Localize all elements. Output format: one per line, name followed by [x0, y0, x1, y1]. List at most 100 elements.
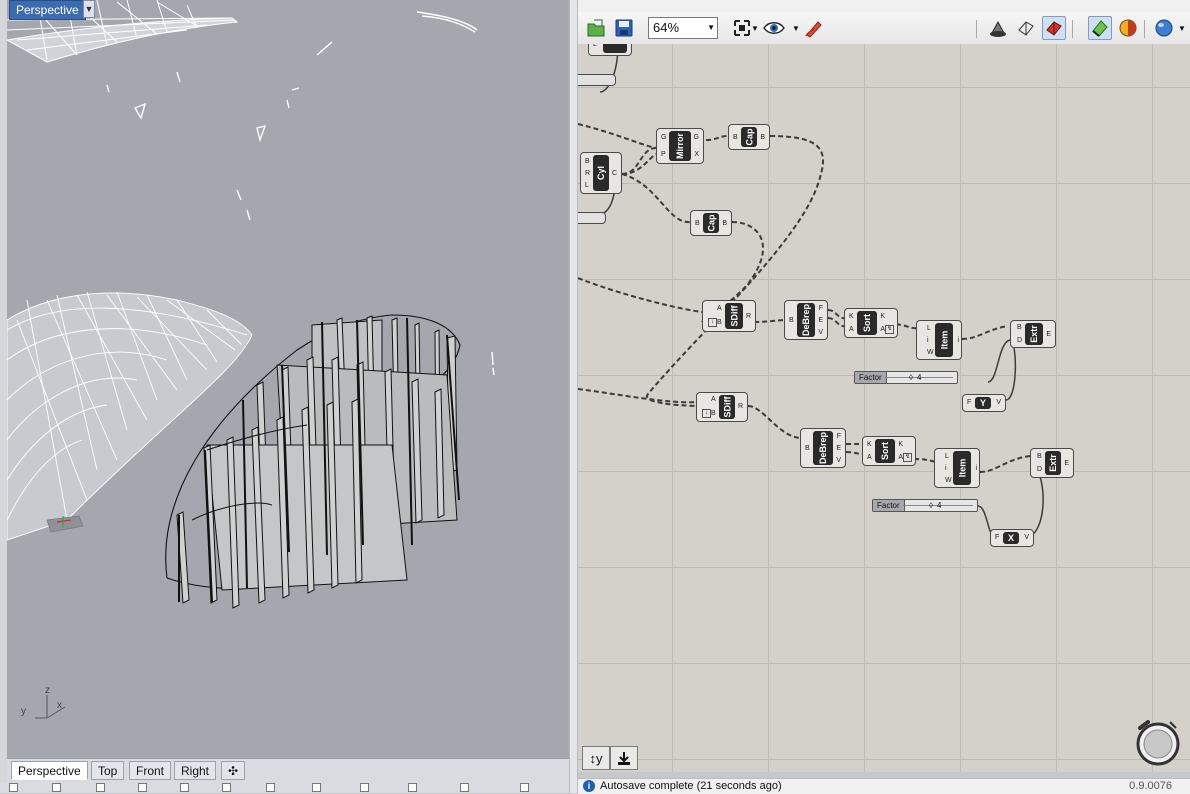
cap-2-label: Cap: [706, 214, 717, 232]
component-sort-1[interactable]: K A Sort K A ↯: [844, 308, 898, 338]
y-label: Y: [979, 398, 986, 408]
slider-2-grip-icon[interactable]: ◊: [929, 501, 933, 510]
add-viewport-tab-icon[interactable]: ✣: [221, 761, 245, 780]
component-cyl[interactable]: B R L Cyl C: [580, 152, 622, 194]
viewport-title-label: Perspective: [16, 3, 79, 17]
component-item-2[interactable]: L i W Item i: [934, 448, 980, 488]
bake-sort-icon[interactable]: ↕ y: [582, 746, 610, 770]
osnap-checkbox[interactable]: [266, 783, 277, 793]
osnap-checkbox[interactable]: [52, 783, 63, 793]
graft-icon: ↓: [702, 409, 711, 418]
axis-z-label: z: [45, 685, 50, 696]
gh-bottom-tools: ↕ y: [578, 745, 644, 772]
component-sdiff-2[interactable]: A ↓ B SDiff R: [696, 392, 748, 422]
sketch-pen-icon[interactable]: [802, 16, 826, 40]
slider-1-value: 4: [917, 373, 922, 382]
pane-splitter[interactable]: [569, 0, 578, 793]
cap-1-label: Cap: [744, 128, 755, 146]
selected-preview-icon[interactable]: [1042, 16, 1066, 40]
viewport-title-tab[interactable]: Perspective: [9, 0, 86, 20]
partial-slider[interactable]: [578, 212, 606, 224]
tab-perspective[interactable]: Perspective: [11, 761, 88, 780]
preview-colour-icon[interactable]: [1116, 16, 1140, 40]
component-extr-1[interactable]: B D Extr E: [1010, 320, 1056, 348]
axis-x-label: x: [57, 700, 62, 711]
component-cap-1[interactable]: B Cap B: [728, 124, 770, 150]
zoom-extents-dropdown-icon[interactable]: ▼: [751, 24, 759, 33]
viewport-menu-dropdown-icon[interactable]: ▼: [83, 0, 95, 18]
slider-1-grip-icon[interactable]: ◊: [909, 373, 913, 382]
info-icon: i: [583, 780, 595, 792]
document-preview-icon[interactable]: [1088, 16, 1112, 40]
osnap-checkbox[interactable]: [96, 783, 107, 793]
extr-1-label: Extr: [1028, 325, 1039, 343]
debrep-1-label: DeBrep: [801, 303, 812, 337]
graft-icon: ↓: [708, 318, 717, 327]
zoom-value: 64%: [653, 20, 680, 35]
slider-2-label: Factor: [873, 500, 905, 511]
osnap-checkbox[interactable]: [312, 783, 323, 793]
preview-dropdown-icon[interactable]: ▼: [792, 24, 800, 33]
component-sdiff-1[interactable]: A ↓ B SDiff R: [702, 300, 756, 332]
sdiff-1-label: SDiff: [729, 305, 739, 327]
osnap-checkbox[interactable]: [460, 783, 471, 793]
component-item-1[interactable]: L i W Item i: [916, 320, 962, 360]
osnap-checkbox[interactable]: [520, 783, 531, 793]
rhino-viewport[interactable]: x z y: [7, 0, 569, 758]
cyl-label: Cyl: [595, 165, 606, 181]
item-1-label: Item: [939, 330, 950, 350]
osnap-checkbox[interactable]: [138, 783, 149, 793]
extr-2-label: Extr: [1048, 454, 1059, 472]
component-cap-2[interactable]: B Cap B: [690, 210, 732, 236]
component-debrep-2[interactable]: B DeBrep F E V: [800, 428, 846, 468]
viewport-tabs: Perspective Top Front Right ✣: [7, 758, 569, 783]
canvas-navigation-dial-icon[interactable]: [1134, 716, 1182, 766]
slider-2-value: 4: [937, 501, 942, 510]
slider-1-label: Factor: [855, 372, 887, 383]
render-sphere-icon[interactable]: [1152, 16, 1176, 40]
shaded-preview-icon[interactable]: [1014, 16, 1038, 40]
gh-status-bar: i Autosave complete (21 seconds ago) 0.9…: [578, 778, 1190, 794]
component-x-vector[interactable]: F X V: [990, 529, 1034, 547]
component-sort-2[interactable]: K A Sort K A ↯: [862, 436, 916, 466]
flatten-icon: ↯: [885, 325, 894, 334]
factor-slider-1[interactable]: Factor ◊ 4: [854, 371, 958, 384]
viewport-left-edge: [0, 0, 7, 793]
component-debrep-1[interactable]: B DeBrep F E V: [784, 300, 828, 340]
mirror-label: Mirror: [675, 132, 686, 160]
sort-1-label: Sort: [862, 314, 872, 332]
open-file-icon[interactable]: [584, 16, 608, 40]
bake-down-icon[interactable]: [610, 746, 638, 770]
sdiff-2-label: SDiff: [722, 396, 732, 418]
partial-top-component[interactable]: L: [588, 44, 632, 56]
osnap-checkbox[interactable]: [360, 783, 371, 793]
factor-slider-2[interactable]: Factor ◊ 4: [872, 499, 978, 512]
osnap-checkbox[interactable]: [408, 783, 419, 793]
component-extr-2[interactable]: B D Extr E: [1030, 448, 1074, 478]
zoom-level-select[interactable]: 64% ▼: [648, 17, 718, 39]
axis-y-label: y: [21, 706, 26, 717]
item-2-label: Item: [957, 458, 968, 478]
tab-front[interactable]: Front: [129, 761, 172, 780]
osnap-checkbox[interactable]: [180, 783, 191, 793]
viewport-geometry: [7, 0, 495, 719]
wireframe-preview-icon[interactable]: [986, 16, 1010, 40]
preview-eye-icon[interactable]: [762, 16, 786, 40]
osnap-checkbox[interactable]: [9, 783, 20, 793]
sort-2-label: Sort: [880, 442, 890, 460]
osnap-bar: [0, 782, 572, 793]
zoom-dropdown-icon[interactable]: ▼: [707, 18, 715, 38]
tab-right[interactable]: Right: [174, 761, 217, 780]
save-file-icon[interactable]: [612, 16, 636, 40]
tab-top[interactable]: Top: [91, 761, 125, 780]
component-y-vector[interactable]: F Y V: [962, 394, 1006, 412]
partial-slider[interactable]: [578, 74, 616, 86]
status-text: Autosave complete (21 seconds ago): [600, 780, 782, 792]
gh-canvas[interactable]: L G P Mirror G X B Cap B B R L Cyl C B C…: [578, 44, 1190, 772]
version-label: 0.9.0076: [1129, 780, 1172, 792]
debrep-2-label: DeBrep: [818, 431, 829, 465]
osnap-checkbox[interactable]: [222, 783, 233, 793]
flatten-icon: ↯: [903, 453, 912, 462]
render-dropdown-icon[interactable]: ▼: [1178, 24, 1186, 33]
component-mirror[interactable]: G P Mirror G X: [656, 128, 704, 164]
